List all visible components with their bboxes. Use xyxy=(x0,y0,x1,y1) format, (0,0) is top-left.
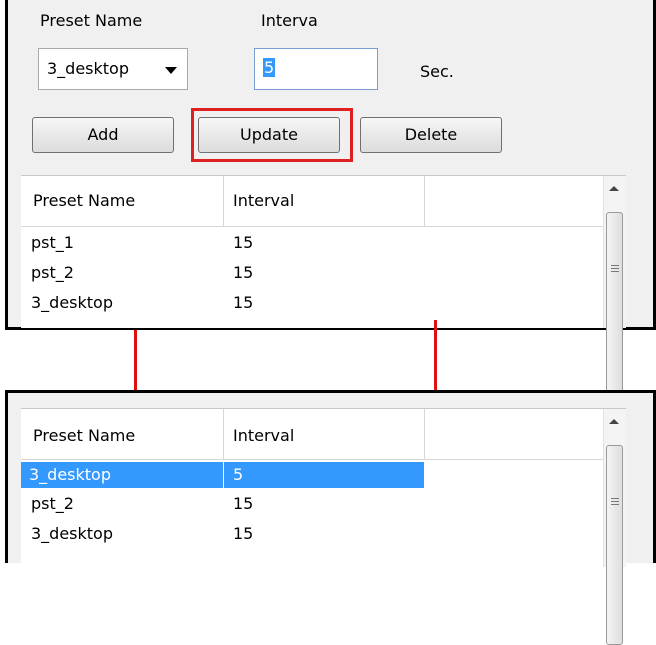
cell-interval: 15 xyxy=(233,233,254,252)
table-row-selected[interactable]: 3_desktop 5 xyxy=(21,462,424,488)
vertical-scrollbar[interactable] xyxy=(603,176,626,412)
preset-table-before: Preset Name Interval pst_1 15 pst_2 15 3… xyxy=(21,175,626,412)
cell-preset-name: 3_desktop xyxy=(31,293,113,312)
column-divider[interactable] xyxy=(223,176,224,226)
update-highlight-box xyxy=(191,108,353,162)
column-divider[interactable] xyxy=(424,176,425,226)
delete-button[interactable]: Delete xyxy=(360,117,502,153)
seconds-unit-label: Sec. xyxy=(420,62,454,81)
interval-input[interactable]: 5 xyxy=(254,48,378,90)
cell-preset-name: pst_2 xyxy=(31,263,74,282)
scroll-grip-icon xyxy=(611,498,619,499)
scroll-up-icon[interactable] xyxy=(609,419,619,424)
preset-name-label: Preset Name xyxy=(40,11,143,30)
scroll-grip-icon xyxy=(611,504,619,505)
cell-interval: 5 xyxy=(233,465,244,484)
table-header: Preset Name Interval xyxy=(21,176,626,227)
cell-interval: 15 xyxy=(233,293,254,312)
table-row[interactable]: pst_2 15 xyxy=(21,260,431,286)
column-divider[interactable] xyxy=(424,409,425,459)
column-header-preset-name[interactable]: Preset Name xyxy=(33,426,135,445)
cell-preset-name: 3_desktop xyxy=(31,524,113,543)
column-divider xyxy=(223,462,224,488)
cell-interval: 15 xyxy=(233,524,254,543)
table-row[interactable]: pst_2 15 xyxy=(21,491,431,517)
scroll-up-icon[interactable] xyxy=(609,186,619,191)
chevron-down-icon xyxy=(165,67,177,74)
scroll-thumb[interactable] xyxy=(606,212,623,412)
cell-preset-name: 3_desktop xyxy=(29,465,111,484)
interval-value: 5 xyxy=(263,58,276,77)
vertical-scrollbar[interactable] xyxy=(603,409,626,645)
table-row[interactable]: 3_desktop 15 xyxy=(21,521,431,547)
preset-table-after-panel: Preset Name Interval 3_desktop 5 pst_2 1… xyxy=(5,390,656,645)
preset-name-value: 3_desktop xyxy=(47,59,129,78)
cell-interval: 15 xyxy=(233,263,254,282)
column-header-interval[interactable]: Interval xyxy=(233,191,294,210)
column-divider[interactable] xyxy=(223,409,224,459)
cell-preset-name: pst_2 xyxy=(31,494,74,513)
preset-name-dropdown[interactable]: 3_desktop xyxy=(38,48,188,90)
add-button[interactable]: Add xyxy=(32,117,174,153)
table-row[interactable]: 3_desktop 15 xyxy=(21,290,431,316)
cell-preset-name: pst_1 xyxy=(31,233,74,252)
scroll-grip-icon xyxy=(611,268,619,269)
scroll-grip-icon xyxy=(611,501,619,502)
cell-interval: 15 xyxy=(233,494,254,513)
scroll-grip-icon xyxy=(611,265,619,266)
preset-editor-panel: Preset Name Interva 3_desktop 5 Sec. Add… xyxy=(5,0,656,412)
scroll-thumb[interactable] xyxy=(606,445,623,645)
interval-label: Interva xyxy=(261,11,318,30)
preset-table-after: Preset Name Interval 3_desktop 5 pst_2 1… xyxy=(21,408,626,645)
column-header-preset-name[interactable]: Preset Name xyxy=(33,191,135,210)
column-header-interval[interactable]: Interval xyxy=(233,426,294,445)
scroll-grip-icon xyxy=(611,271,619,272)
table-header: Preset Name Interval xyxy=(21,409,626,460)
table-row[interactable]: pst_1 15 xyxy=(21,230,431,256)
